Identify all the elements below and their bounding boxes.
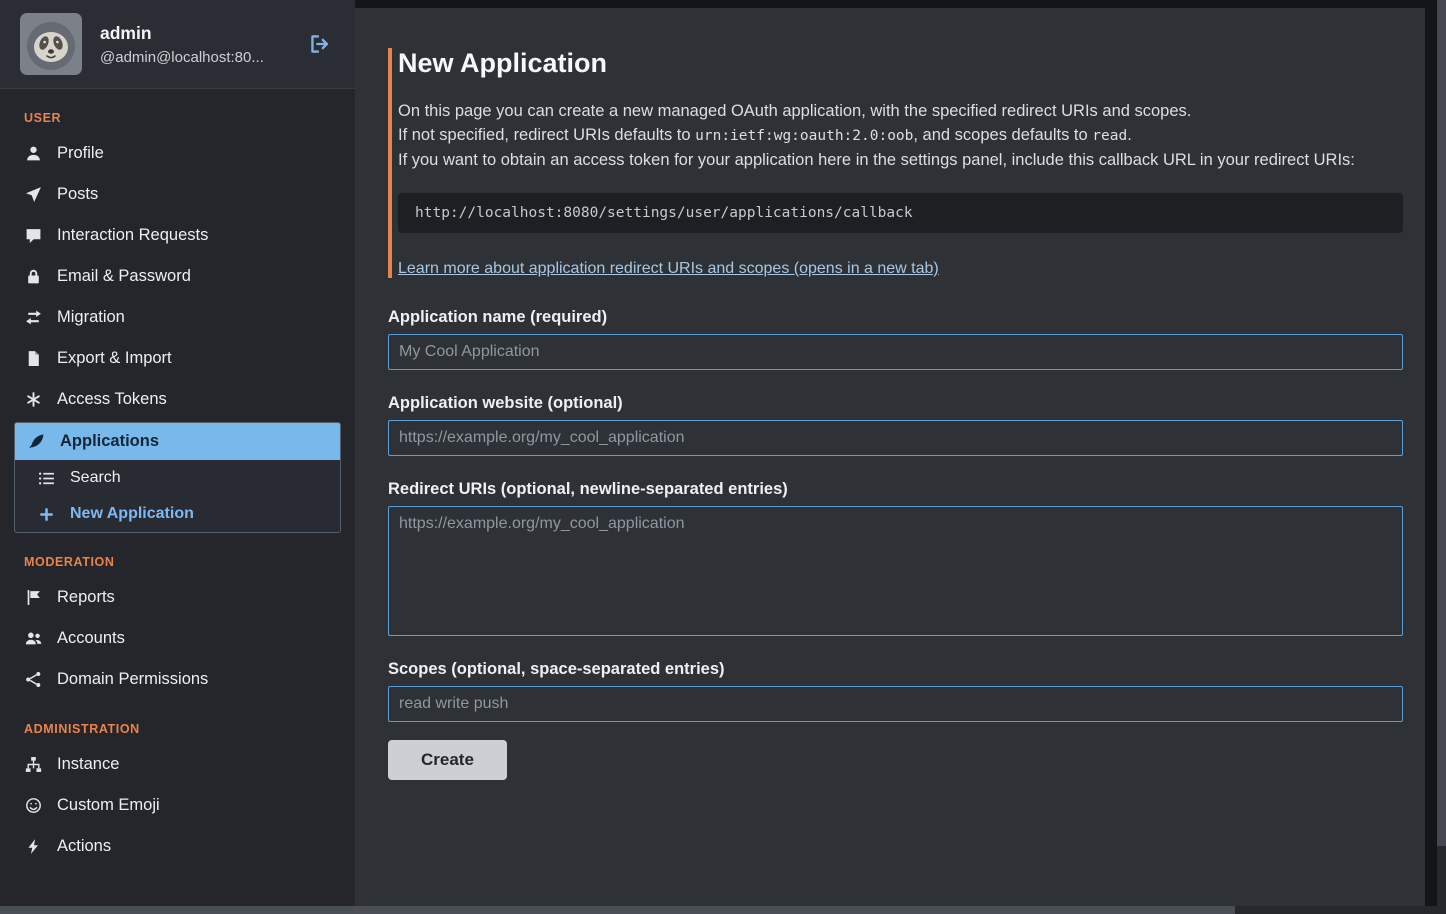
list-icon bbox=[37, 470, 55, 487]
comment-icon bbox=[24, 227, 42, 244]
section-label-administration: ADMINISTRATION bbox=[24, 722, 355, 736]
intro-paragraph-3: If you want to obtain an access token fo… bbox=[398, 148, 1403, 172]
intro-paragraph-2: If not specified, redirect URIs defaults… bbox=[398, 123, 1403, 148]
lock-icon bbox=[24, 268, 42, 285]
application-website-label: Application website (optional) bbox=[388, 394, 1403, 413]
sign-out-icon[interactable] bbox=[305, 29, 335, 59]
sidebar-item-label: Interaction Requests bbox=[57, 226, 208, 245]
vertical-scrollbar-thumb[interactable] bbox=[1437, 0, 1446, 846]
paper-plane-icon bbox=[24, 186, 42, 203]
sidebar-item-new-application[interactable]: New Application bbox=[15, 496, 340, 532]
sidebar-item-custom-emoji[interactable]: Custom Emoji bbox=[0, 785, 355, 826]
horizontal-scrollbar-thumb[interactable] bbox=[0, 906, 1235, 914]
sidebar-item-accounts[interactable]: Accounts bbox=[0, 618, 355, 659]
users-icon bbox=[24, 630, 42, 647]
sidebar-item-label: Migration bbox=[57, 308, 125, 327]
sidebar-item-label: Instance bbox=[57, 755, 119, 774]
avatar bbox=[20, 13, 82, 75]
sidebar-item-label: Export & Import bbox=[57, 349, 172, 368]
sidebar-item-instance[interactable]: Instance bbox=[0, 744, 355, 785]
sidebar-item-profile[interactable]: Profile bbox=[0, 133, 355, 174]
callback-url: http://localhost:8080/settings/user/appl… bbox=[415, 205, 913, 221]
applications-group: Applications Search New Application bbox=[14, 422, 341, 533]
share-nodes-icon bbox=[24, 671, 42, 688]
user-icon bbox=[24, 145, 42, 162]
oob-code: urn:ietf:wg:oauth:2.0:oob bbox=[695, 128, 913, 144]
horizontal-scrollbar[interactable] bbox=[0, 906, 1437, 914]
sidebar-item-label: Access Tokens bbox=[57, 390, 167, 409]
application-name-input[interactable] bbox=[388, 334, 1403, 370]
main-panel: New Application On this page you can cre… bbox=[355, 8, 1425, 914]
redirect-uris-label: Redirect URIs (optional, newline-separat… bbox=[388, 480, 1403, 499]
user-meta: admin @admin@localhost:80... bbox=[100, 23, 287, 66]
sidebar-item-label: Accounts bbox=[57, 629, 125, 648]
application-website-input[interactable] bbox=[388, 420, 1403, 456]
flag-icon bbox=[24, 589, 42, 606]
sidebar-item-label: Applications bbox=[60, 432, 159, 451]
sidebar-item-applications[interactable]: Applications bbox=[15, 423, 340, 460]
sidebar-item-domain-permissions[interactable]: Domain Permissions bbox=[0, 659, 355, 700]
sidebar-item-access-tokens[interactable]: Access Tokens bbox=[0, 379, 355, 420]
create-button[interactable]: Create bbox=[388, 740, 507, 780]
sidebar-item-label: Profile bbox=[57, 144, 104, 163]
intro-paragraph-1: On this page you can create a new manage… bbox=[398, 99, 1403, 123]
bolt-icon bbox=[24, 838, 42, 855]
smiley-icon bbox=[24, 797, 42, 814]
application-name-label: Application name (required) bbox=[388, 308, 1403, 327]
section-label-user: USER bbox=[24, 111, 355, 125]
scopes-label: Scopes (optional, space-separated entrie… bbox=[388, 660, 1403, 679]
user-card: admin @admin@localhost:80... bbox=[0, 0, 355, 89]
sidebar-item-label: Custom Emoji bbox=[57, 796, 160, 815]
new-application-form: Application name (required) Application … bbox=[388, 308, 1403, 780]
plus-icon bbox=[37, 506, 55, 523]
file-icon bbox=[24, 350, 42, 367]
redirect-uris-textarea[interactable] bbox=[388, 506, 1403, 636]
sitemap-icon bbox=[24, 756, 42, 773]
sidebar-item-export-import[interactable]: Export & Import bbox=[0, 338, 355, 379]
sidebar-item-label: Reports bbox=[57, 588, 115, 607]
learn-more-link[interactable]: Learn more about application redirect UR… bbox=[398, 260, 939, 278]
sidebar-nav: USER Profile Posts Interaction Requests bbox=[0, 111, 355, 867]
sidebar-item-email-password[interactable]: Email & Password bbox=[0, 256, 355, 297]
sidebar-item-label: Domain Permissions bbox=[57, 670, 208, 689]
intro-section: New Application On this page you can cre… bbox=[388, 48, 1403, 278]
applications-submenu: Search New Application bbox=[15, 460, 340, 532]
sidebar-item-label: Search bbox=[70, 469, 121, 487]
section-label-moderation: MODERATION bbox=[24, 555, 355, 569]
transfer-arrows-icon bbox=[24, 309, 42, 326]
sidebar-item-label: Email & Password bbox=[57, 267, 191, 286]
app-root: admin @admin@localhost:80... USER Profil… bbox=[0, 0, 1425, 914]
user-name: admin bbox=[100, 23, 287, 44]
sidebar-item-reports[interactable]: Reports bbox=[0, 577, 355, 618]
asterisk-icon bbox=[24, 391, 42, 408]
sidebar-item-interaction-requests[interactable]: Interaction Requests bbox=[0, 215, 355, 256]
main-content: New Application On this page you can cre… bbox=[355, 8, 1425, 780]
read-code: read bbox=[1092, 128, 1127, 144]
sidebar-item-label: Actions bbox=[57, 837, 111, 856]
feather-icon bbox=[27, 433, 45, 450]
sidebar-item-migration[interactable]: Migration bbox=[0, 297, 355, 338]
scopes-input[interactable] bbox=[388, 686, 1403, 722]
callback-url-box: http://localhost:8080/settings/user/appl… bbox=[398, 193, 1403, 233]
sidebar: admin @admin@localhost:80... USER Profil… bbox=[0, 0, 355, 914]
sidebar-item-label: Posts bbox=[57, 185, 98, 204]
page-title: New Application bbox=[398, 48, 1403, 79]
vertical-scrollbar[interactable] bbox=[1437, 0, 1446, 914]
sidebar-item-actions[interactable]: Actions bbox=[0, 826, 355, 867]
user-handle: @admin@localhost:80... bbox=[100, 49, 287, 66]
sidebar-item-label: New Application bbox=[70, 505, 194, 523]
sidebar-item-search[interactable]: Search bbox=[15, 460, 340, 496]
sidebar-item-posts[interactable]: Posts bbox=[0, 174, 355, 215]
